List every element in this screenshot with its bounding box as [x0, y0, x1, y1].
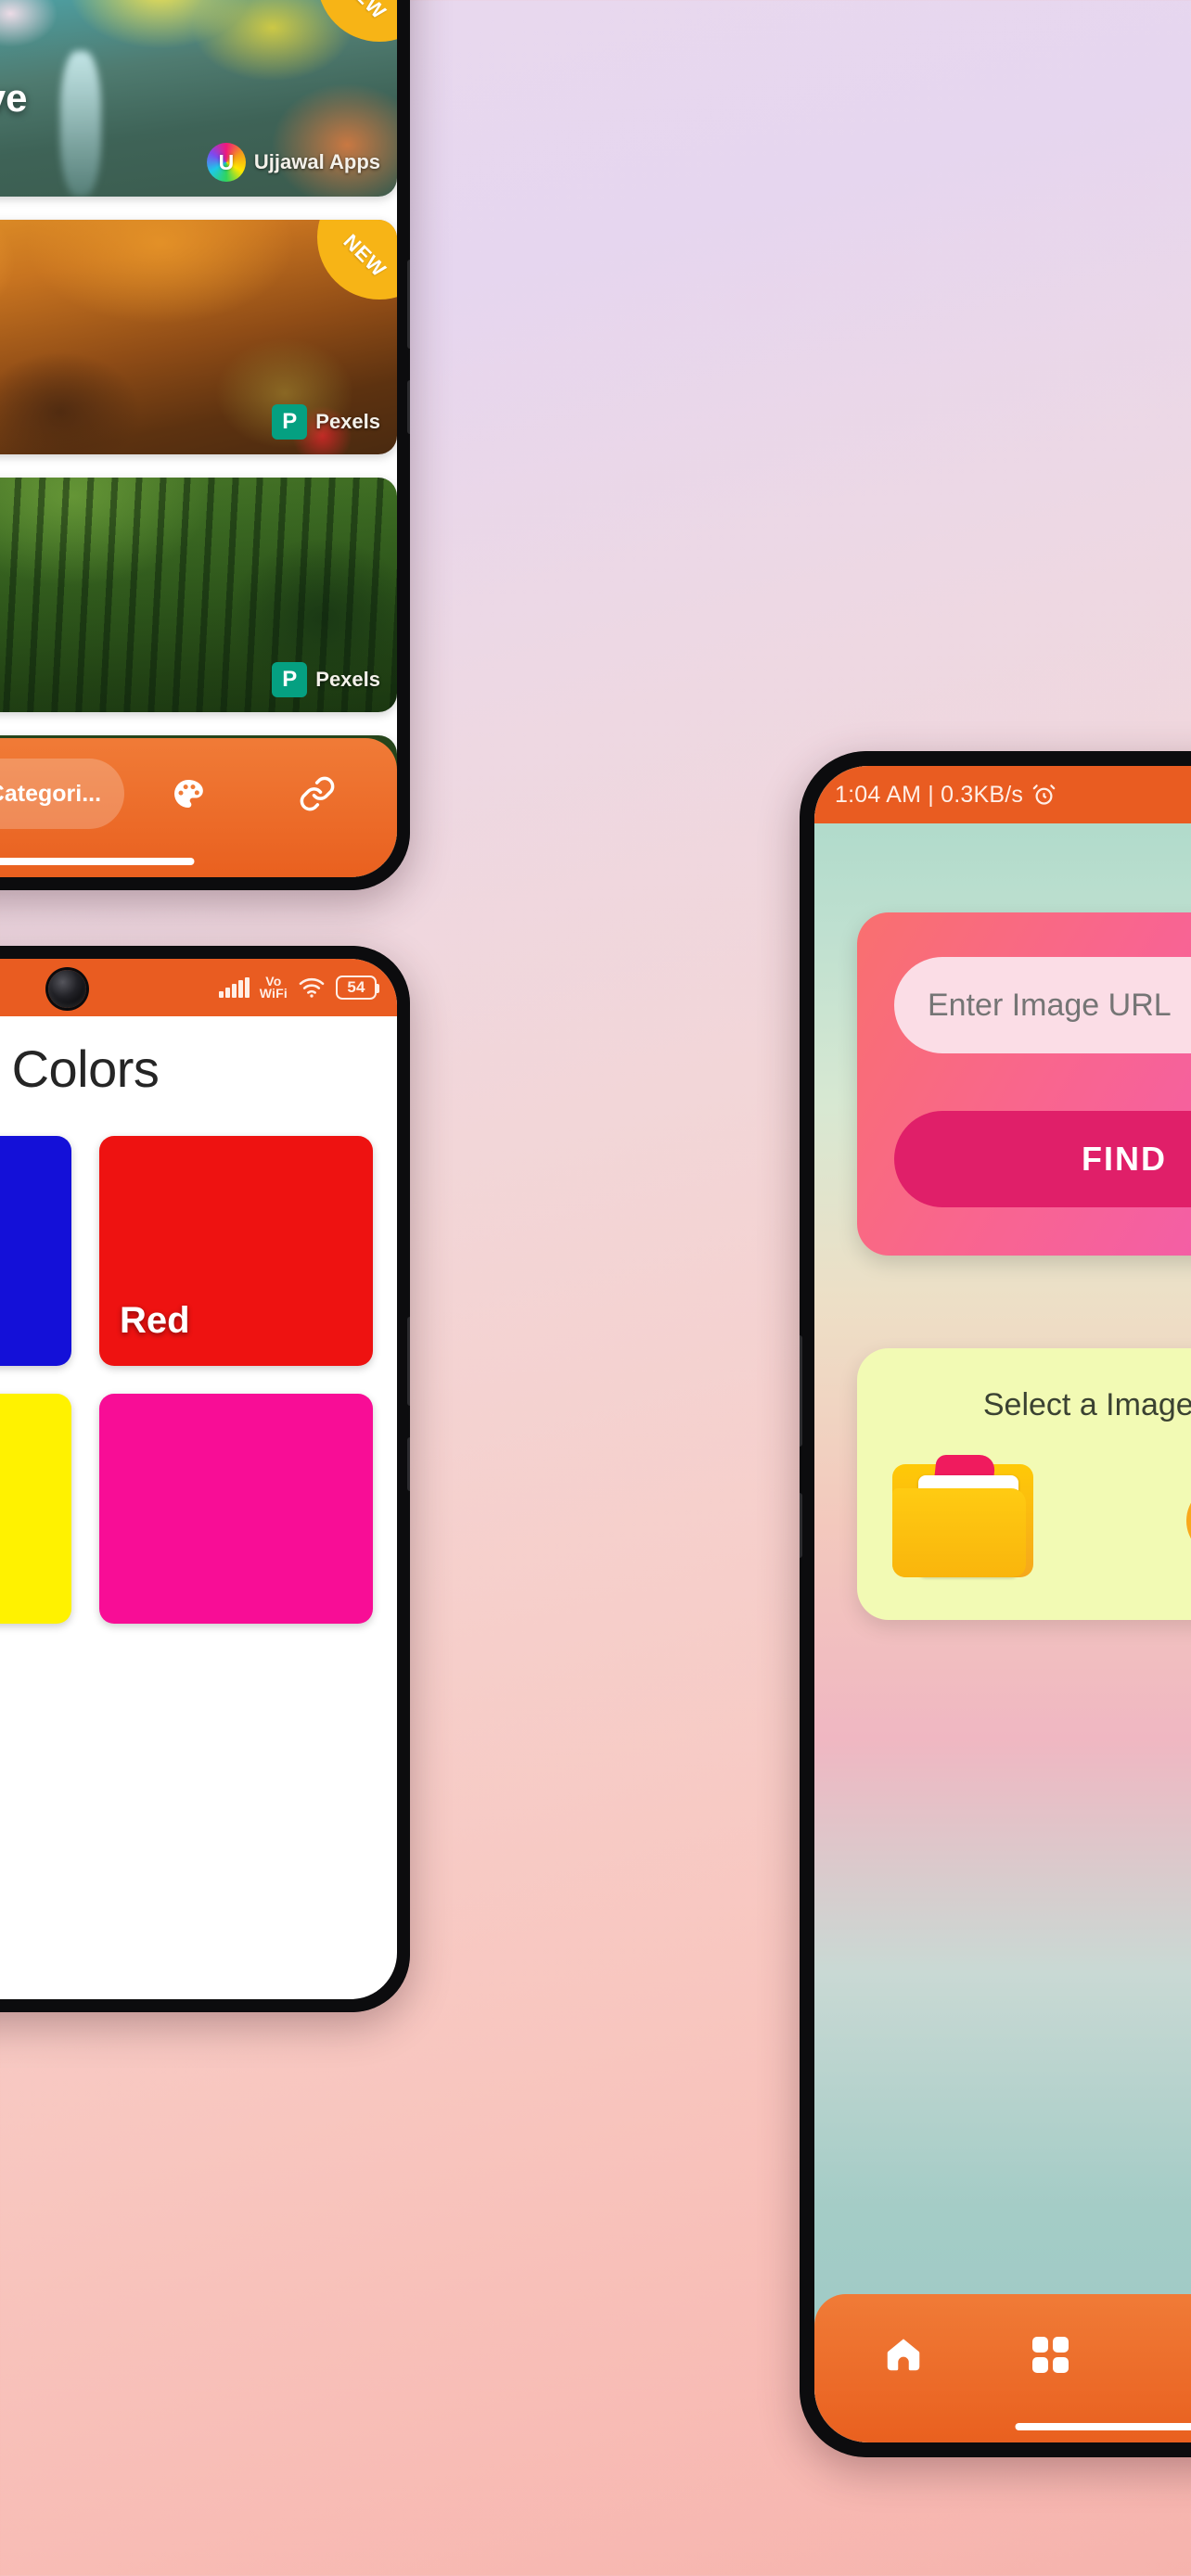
- nav-item-categories[interactable]: Categori...: [0, 759, 124, 829]
- bottom-nav: Categori...: [0, 738, 397, 877]
- status-bar: 1:04 AM | 0.3KB/s: [814, 766, 1191, 823]
- colors-grid: Blue Red: [0, 1116, 397, 1644]
- power-button[interactable]: [407, 1437, 410, 1491]
- watermark-label: Ujjawal Apps: [253, 150, 380, 173]
- category-card-ai-exclusive[interactable]: NEW AI Exclusive Ujjawal Apps: [0, 0, 397, 197]
- category-card-nature[interactable]: Nature P Pexels: [0, 478, 397, 712]
- power-button[interactable]: [407, 380, 410, 434]
- phone-bezel: AM | 0.2KB/s Vo WiFi: [0, 946, 410, 2012]
- nav-item-home[interactable]: [829, 2319, 977, 2390]
- watermark-label: Pexels: [315, 668, 380, 691]
- color-swatch-blue[interactable]: Blue: [0, 1136, 71, 1366]
- bottom-nav: [814, 2294, 1191, 2442]
- screen-categories: Categories NEW AI Exclusive Ujjawal Apps…: [0, 0, 397, 877]
- new-badge-ribbon: NEW: [308, 220, 397, 309]
- volume-button[interactable]: [407, 260, 410, 349]
- signal-icon: [219, 977, 250, 998]
- gesture-bar: [0, 858, 195, 865]
- category-card-holi[interactable]: NEW Holi P Pexels: [0, 220, 397, 454]
- wifi-label: WiFi: [259, 986, 288, 1001]
- grid-icon: [1032, 2336, 1069, 2373]
- screen-image-url: 1:04 AM | 0.3KB/s FIND Select a Image fr…: [814, 766, 1191, 2442]
- watermark-pexels: P Pexels: [272, 662, 380, 697]
- image-picker-panel: Select a Image from OPEN: [857, 1348, 1191, 1620]
- nav-item-colors[interactable]: [1124, 2319, 1191, 2390]
- alarm-icon: [1032, 784, 1056, 805]
- watermark-ujjawal-apps: Ujjawal Apps: [206, 143, 380, 182]
- picker-title: Select a Image from: [982, 1387, 1191, 1422]
- color-label: Red: [120, 1300, 190, 1341]
- nav-item-url[interactable]: [253, 759, 382, 829]
- picker-row: OPEN: [892, 1455, 1191, 1577]
- link-icon: [301, 776, 335, 811]
- battery-indicator: 54: [336, 976, 379, 1000]
- folder-icon: [892, 1455, 1033, 1577]
- nav-item-label: Categori...: [0, 780, 102, 807]
- watermark-pexels: P Pexels: [272, 404, 380, 440]
- phone-image-url: 1:04 AM | 0.3KB/s FIND Select a Image fr…: [800, 751, 1191, 2457]
- new-badge-ribbon: NEW: [308, 0, 397, 51]
- phone-colors: AM | 0.2KB/s Vo WiFi: [0, 946, 410, 2012]
- home-icon: [887, 2339, 919, 2371]
- phone-bezel: 1:04 AM | 0.3KB/s FIND Select a Image fr…: [800, 751, 1191, 2457]
- new-badge-label: NEW: [338, 0, 391, 24]
- wifi-icon: [299, 977, 325, 998]
- find-button[interactable]: FIND: [894, 1111, 1191, 1207]
- power-button[interactable]: [800, 1493, 802, 1558]
- palette-icon: [174, 780, 204, 808]
- volume-button[interactable]: [407, 1317, 410, 1406]
- watermark-label: Pexels: [315, 410, 380, 433]
- open-button[interactable]: OPEN: [1186, 1484, 1191, 1558]
- screen-colors: AM | 0.2KB/s Vo WiFi: [0, 959, 397, 1999]
- pexels-logo-icon: P: [272, 662, 308, 697]
- new-badge-label: NEW: [339, 229, 391, 282]
- color-swatch-red[interactable]: Red: [99, 1136, 373, 1366]
- status-time: 1:04 AM | 0.3KB/s: [835, 781, 1024, 808]
- pexels-logo-icon: P: [272, 404, 308, 440]
- color-swatch-yellow[interactable]: [0, 1394, 71, 1624]
- image-url-input[interactable]: [894, 957, 1191, 1053]
- url-screen-body: 1:04 AM | 0.3KB/s FIND Select a Image fr…: [814, 766, 1191, 2442]
- color-swatch-pink[interactable]: [99, 1394, 373, 1624]
- nav-item-colors[interactable]: [124, 759, 253, 829]
- page-title: Colors: [0, 1016, 397, 1116]
- gesture-bar: [1015, 2423, 1191, 2430]
- volume-button[interactable]: [800, 1335, 802, 1447]
- nav-item-categories[interactable]: [977, 2319, 1124, 2390]
- volte-wifi-icon: Vo WiFi: [259, 975, 288, 1001]
- camera-punch-hole: [48, 970, 86, 1008]
- phone-categories: Categories NEW AI Exclusive Ujjawal Apps…: [0, 0, 410, 890]
- status-bar-left: 1:04 AM | 0.3KB/s: [835, 782, 1057, 809]
- category-name: AI Exclusive: [0, 76, 28, 120]
- folder-front: [892, 1488, 1026, 1577]
- phone-bezel: Categories NEW AI Exclusive Ujjawal Apps…: [0, 0, 410, 890]
- url-input-panel: FIND: [857, 912, 1191, 1256]
- ujjawal-logo-icon: [206, 143, 246, 182]
- status-bar-right: Vo WiFi 54: [219, 975, 379, 1001]
